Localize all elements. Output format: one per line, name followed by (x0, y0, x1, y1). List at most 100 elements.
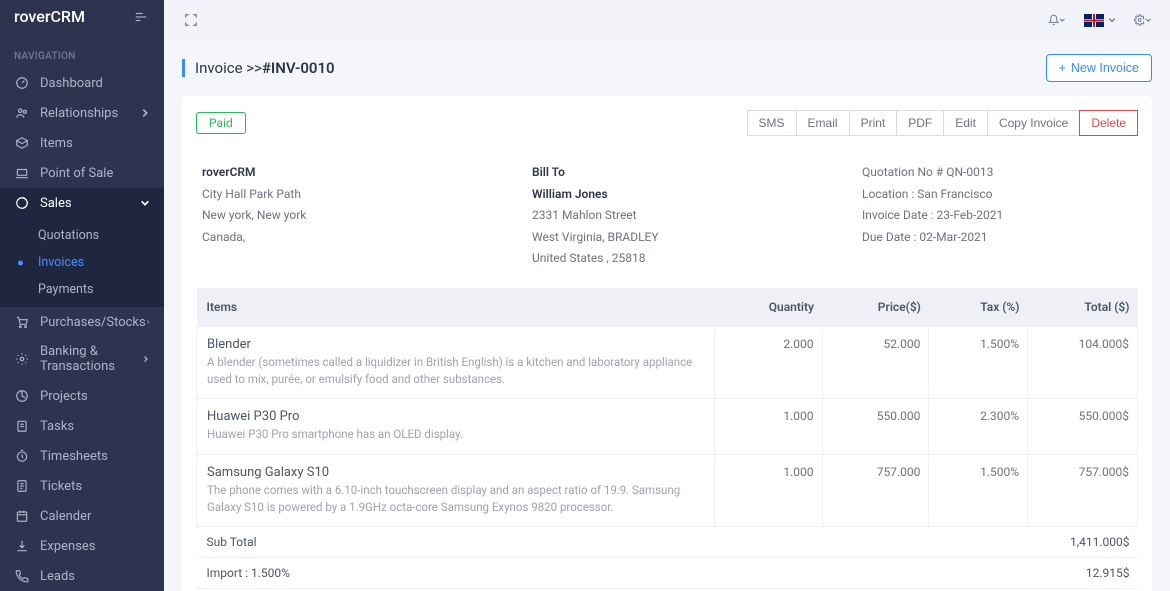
sidebar: roverCRM NAVIGATION DashboardRelationshi… (0, 0, 164, 591)
status-badge: Paid (196, 112, 246, 134)
main-nav: Dashboard Relationships Items Point of Sale… (0, 68, 164, 591)
table-row: Huawei P30 ProHuawei P30 Pro smartphone … (197, 399, 1138, 454)
due-date: Due Date : 02-Mar-2021 (862, 227, 1132, 249)
sidebar-item-items[interactable]: Items (0, 128, 164, 158)
sidebar-item-tickets[interactable]: Tickets (0, 471, 164, 501)
tickets-icon (14, 478, 30, 494)
totals-row: Sub Total1,411.000$ (197, 527, 1138, 558)
pdf-button[interactable]: PDF (896, 110, 944, 136)
invoice-date: Invoice Date : 23-Feb-2021 (862, 205, 1132, 227)
invoice-card: Paid SMSEmailPrintPDFEditCopy InvoiceDel… (182, 96, 1152, 591)
sidebar-item-timesheets[interactable]: Timesheets (0, 441, 164, 471)
page-title-id: #INV-0010 (262, 59, 335, 77)
col-total: Total ($) (1028, 288, 1138, 327)
sidebar-item-expenses[interactable]: Expenses (0, 531, 164, 561)
nav-item-label: Projects (40, 389, 88, 404)
nav-item-label: Calender (40, 509, 91, 524)
totals-value: 1,411.000$ (1028, 527, 1138, 558)
subnav-payments[interactable]: Payments (0, 276, 164, 303)
sidebar-item-relationships[interactable]: Relationships (0, 98, 164, 128)
item-desc: Huawei P30 Pro smartphone has an OLED di… (207, 426, 706, 443)
totals-label: Sub Total (197, 527, 1028, 558)
item-price: 52.000 (822, 326, 929, 399)
calender-icon (14, 508, 30, 524)
language-switcher[interactable] (1084, 14, 1116, 27)
new-invoice-label: New Invoice (1071, 61, 1139, 75)
totals-row: Import : 1.500%12.915$ (197, 558, 1138, 589)
item-desc: A blender (sometimes called a liquidizer… (207, 354, 706, 389)
sidebar-item-sales[interactable]: Sales (0, 188, 164, 218)
nav-item-label: Relationships (40, 106, 118, 121)
item-qty: 1.000 (714, 399, 822, 454)
item-tax: 2.300% (929, 399, 1028, 454)
new-invoice-button[interactable]: + New Invoice (1046, 54, 1152, 82)
banking-transactions-icon (14, 351, 30, 367)
edit-button[interactable]: Edit (943, 110, 988, 136)
totals-label: Import : 1.500% (197, 558, 1028, 589)
breadcrumb: Invoice >> #INV-0010 (182, 59, 335, 77)
sidebar-item-purchases-stocks[interactable]: Purchases/Stocks (0, 307, 164, 337)
action-group: SMSEmailPrintPDFEditCopy InvoiceDelete (747, 110, 1138, 136)
billto-name: William Jones (532, 187, 608, 201)
from-name: roverCRM (202, 165, 256, 179)
delete-button[interactable]: Delete (1079, 110, 1138, 136)
brand-name: roverCRM (14, 7, 85, 26)
item-total: 757.000$ (1028, 454, 1138, 527)
table-row: Samsung Galaxy S10 The phone comes with a… (197, 454, 1138, 527)
nav-item-label: Expenses (40, 539, 96, 554)
nav-item-label: Items (40, 136, 73, 151)
nav-item-label: Dashboard (40, 76, 103, 91)
item-price: 550.000 (822, 399, 929, 454)
totals-value: 12.915$ (1028, 558, 1138, 589)
table-row: BlenderA blender (sometimes called a liq… (197, 326, 1138, 399)
sidebar-item-banking-transactions[interactable]: Banking & Transactions (0, 337, 164, 381)
projects-icon (14, 388, 30, 404)
item-total: 550.000$ (1028, 399, 1138, 454)
item-qty: 2.000 (714, 326, 822, 399)
sidebar-item-leads[interactable]: Leads (0, 561, 164, 591)
print-button[interactable]: Print (849, 110, 898, 136)
sidebar-item-tasks[interactable]: Tasks (0, 411, 164, 441)
sidebar-toggle-icon[interactable] (132, 8, 150, 26)
items-table: Items Quantity Price($) Tax (%) Total ($… (196, 288, 1138, 591)
meta-invoice-info: Quotation No # QN-0013 Location : San Fr… (862, 162, 1132, 270)
col-tax: Tax (%) (929, 288, 1028, 327)
item-total: 104.000$ (1028, 326, 1138, 399)
purchases-stocks-icon (14, 314, 30, 330)
nav-item-label: Leads (40, 569, 75, 584)
sidebar-item-point-of-sale[interactable]: Point of Sale (0, 158, 164, 188)
dashboard-icon (14, 75, 30, 91)
nav-item-label: Timesheets (40, 449, 108, 464)
subnav-quotations[interactable]: Quotations (0, 222, 164, 249)
sidebar-item-dashboard[interactable]: Dashboard (0, 68, 164, 98)
item-name: Samsung Galaxy S10 (207, 465, 706, 480)
item-desc: The phone comes with a 6.10-inch touchsc… (207, 482, 706, 517)
timesheets-icon (14, 448, 30, 464)
billto-title: Bill To (532, 165, 565, 179)
expenses-icon (14, 538, 30, 554)
item-price: 757.000 (822, 454, 929, 527)
notifications-icon[interactable] (1048, 11, 1066, 29)
settings-icon[interactable] (1134, 11, 1152, 29)
page-header: Invoice >> #INV-0010 + New Invoice (182, 40, 1152, 96)
sidebar-item-projects[interactable]: Projects (0, 381, 164, 411)
meta-bill-to: Bill To William Jones 2331 Mahlon Street… (532, 162, 832, 270)
col-price: Price($) (822, 288, 929, 327)
sidebar-item-calender[interactable]: Calender (0, 501, 164, 531)
fullscreen-icon[interactable] (182, 11, 200, 29)
item-tax: 1.500% (929, 454, 1028, 527)
sms-button[interactable]: SMS (747, 110, 797, 136)
from-line1: City Hall Park Path (202, 184, 502, 206)
subnav-invoices[interactable]: Invoices (0, 249, 164, 276)
quote-number: Quotation No # QN-0013 (862, 162, 1132, 184)
nav-item-label: Sales (40, 196, 72, 211)
meta-from: roverCRM City Hall Park Path New york, N… (202, 162, 502, 270)
email-button[interactable]: Email (796, 110, 850, 136)
copy-invoice-button[interactable]: Copy Invoice (987, 110, 1080, 136)
nav-item-label: Banking & Transactions (40, 344, 142, 374)
from-line2: New york, New york (202, 205, 502, 227)
billto-line3: United States , 25818 (532, 248, 832, 270)
leads-icon (14, 568, 30, 584)
col-qty: Quantity (714, 288, 822, 327)
sales-subnav: QuotationsInvoicesPayments (0, 218, 164, 307)
